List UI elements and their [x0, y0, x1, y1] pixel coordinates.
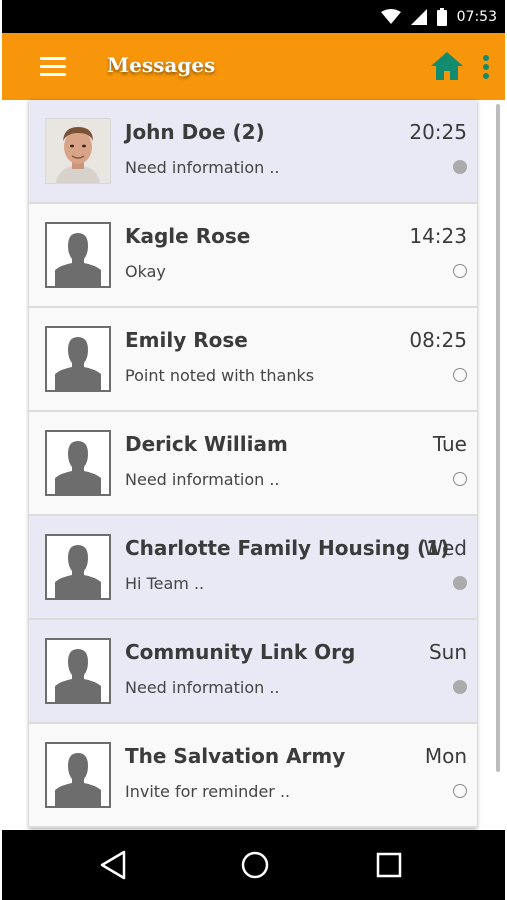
read-status-indicator: [453, 784, 467, 798]
person-silhouette-icon: [55, 233, 101, 286]
recents-square-icon[interactable]: [372, 848, 406, 882]
person-silhouette-icon: [55, 337, 101, 390]
avatar: [45, 638, 111, 704]
back-triangle-icon[interactable]: [98, 848, 132, 882]
page-title: Messages: [107, 53, 216, 77]
person-silhouette-icon: [55, 441, 101, 494]
home-icon[interactable]: [430, 51, 464, 81]
message-preview: Hi Team ..: [125, 574, 205, 593]
message-time: Sun: [428, 640, 467, 664]
message-preview: Need information ..: [125, 470, 280, 489]
person-silhouette-icon: [55, 753, 101, 806]
avatar: [45, 742, 111, 808]
contact-name: Kagle Rose: [125, 224, 251, 248]
avatar: [45, 118, 111, 184]
read-status-indicator: [453, 680, 467, 694]
contact-name: Community Link Org: [125, 640, 356, 664]
wifi-icon: [380, 9, 401, 24]
message-preview: Okay: [125, 262, 166, 281]
message-preview: Invite for reminder ..: [125, 782, 291, 801]
person-silhouette-icon: [55, 545, 101, 598]
app-bar: Messages: [2, 33, 505, 101]
more-vert-icon[interactable]: [481, 55, 491, 83]
hamburger-menu-icon[interactable]: [40, 57, 66, 77]
read-status-indicator: [453, 576, 467, 590]
avatar: [45, 222, 111, 288]
contact-name: The Salvation Army: [125, 744, 346, 768]
read-status-indicator: [453, 368, 467, 382]
read-status-indicator: [453, 160, 467, 174]
read-status-indicator: [453, 472, 467, 486]
scrollbar[interactable]: [496, 104, 500, 772]
message-preview: Point noted with thanks: [125, 366, 315, 385]
person-silhouette-icon: [55, 649, 101, 702]
message-item[interactable]: Charlotte Family Housing (1) Hi Team .. …: [29, 516, 477, 620]
read-status-indicator: [453, 264, 467, 278]
contact-photo: [46, 119, 110, 183]
message-preview: Need information ..: [125, 678, 280, 697]
status-icons: 07:53: [380, 8, 497, 26]
message-preview: Need information ..: [125, 158, 280, 177]
navigation-bar: [2, 830, 505, 900]
message-item[interactable]: Derick William Need information .. Tue: [29, 412, 477, 516]
message-time: 14:23: [409, 224, 467, 248]
status-bar: 07:53: [2, 0, 505, 33]
message-item[interactable]: The Salvation Army Invite for reminder .…: [29, 724, 477, 828]
message-list: John Doe (2) Need information .. 20:25 K…: [29, 100, 477, 828]
message-item[interactable]: John Doe (2) Need information .. 20:25: [29, 100, 477, 204]
message-time: Tue: [432, 432, 467, 456]
message-item[interactable]: Emily Rose Point noted with thanks 08:25: [29, 308, 477, 412]
home-circle-icon[interactable]: [238, 848, 272, 882]
status-clock: 07:53: [456, 9, 497, 25]
message-item[interactable]: Kagle Rose Okay 14:23: [29, 204, 477, 308]
phone-screen: 07:53 Messages John Doe (2) Need informa…: [2, 0, 505, 900]
avatar: [45, 534, 111, 600]
battery-icon: [436, 8, 447, 26]
avatar: [45, 326, 111, 392]
contact-name: John Doe (2): [125, 120, 265, 144]
contact-name: Emily Rose: [125, 328, 248, 352]
message-time: 20:25: [409, 120, 467, 144]
message-time: 08:25: [409, 328, 467, 352]
message-time: Mon: [424, 744, 467, 768]
contact-name: Derick William: [125, 432, 288, 456]
message-time: Wed: [423, 536, 467, 560]
avatar: [45, 430, 111, 496]
contact-name: Charlotte Family Housing (1): [125, 536, 450, 560]
signal-icon: [410, 9, 427, 25]
message-item[interactable]: Community Link Org Need information .. S…: [29, 620, 477, 724]
